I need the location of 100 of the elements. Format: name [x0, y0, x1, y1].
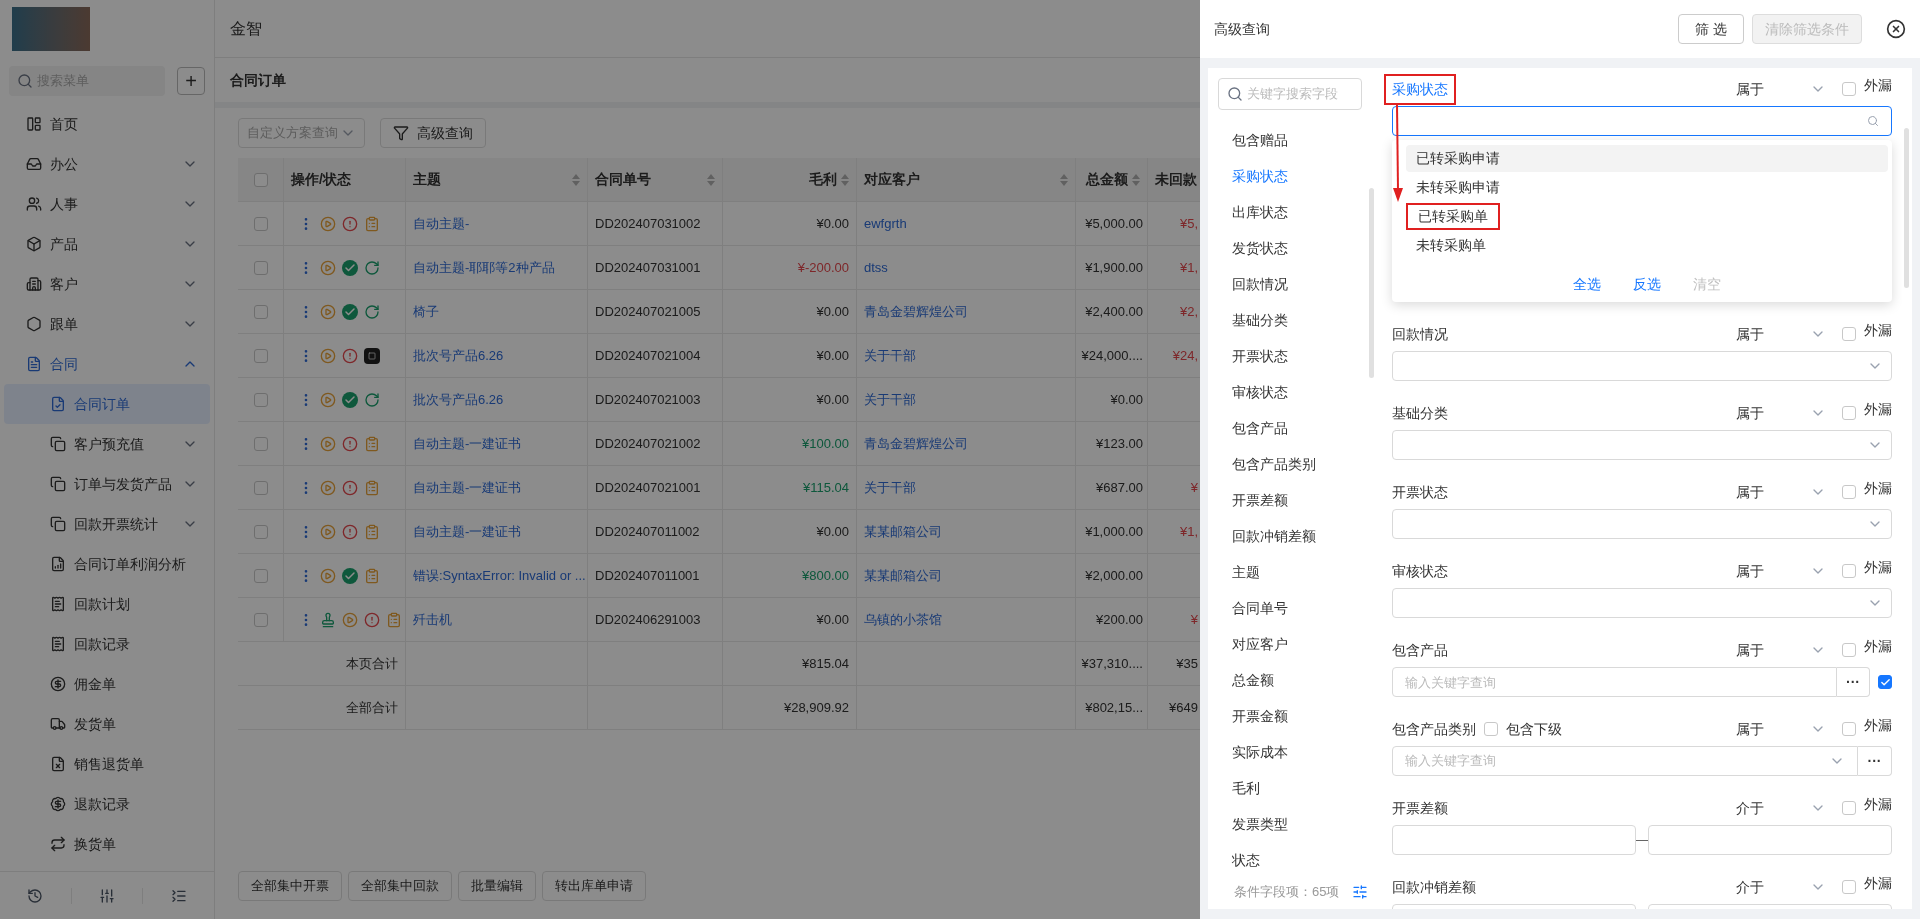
menu-item[interactable]: 办公	[4, 144, 210, 184]
settings-icon[interactable]	[99, 887, 115, 904]
subject-link[interactable]: 错误:SyntaxError: Invalid or ...	[413, 565, 586, 586]
settings-icon[interactable]	[1352, 884, 1368, 900]
field-list-item[interactable]: 状态	[1232, 849, 1260, 871]
rotate-icon[interactable]	[364, 259, 380, 276]
advanced-query-button[interactable]: 高级查询	[380, 118, 486, 148]
field-list-item[interactable]: 开票金额	[1232, 705, 1288, 727]
row-checkbox[interactable]	[253, 436, 268, 451]
field-list-item[interactable]: 回款冲销差额	[1232, 525, 1316, 547]
menu-item[interactable]: 合同订单	[4, 384, 210, 424]
sort-icon[interactable]	[1060, 173, 1068, 186]
operator-select[interactable]: 属于	[1736, 323, 1826, 345]
row-checkbox[interactable]	[253, 304, 268, 319]
alert-icon[interactable]	[342, 347, 358, 364]
dropdown-option[interactable]: 已转采购申请	[1406, 145, 1888, 172]
checkbox[interactable]	[1842, 880, 1856, 894]
column-header[interactable]: 对应客户	[864, 169, 920, 190]
row-checkbox[interactable]	[253, 568, 268, 583]
subject-link[interactable]: 自动主题-耶耶等2种产品	[413, 257, 555, 278]
subject-link[interactable]: 歼击机	[413, 609, 452, 630]
clipboard-icon[interactable]	[364, 215, 380, 232]
clipboard-icon[interactable]	[386, 611, 402, 628]
checkbox[interactable]	[1878, 675, 1892, 689]
play-icon[interactable]	[320, 391, 336, 408]
menu-item[interactable]: 发货单	[4, 704, 210, 744]
menu-item[interactable]: 客户预充值	[4, 424, 210, 464]
select-all-checkbox[interactable]	[253, 172, 268, 187]
field-list-item[interactable]: 回款情况	[1232, 273, 1288, 295]
row-checkbox[interactable]	[253, 216, 268, 231]
checkbox[interactable]	[1842, 801, 1856, 815]
clipboard-icon[interactable]	[364, 523, 380, 540]
customer-link[interactable]: ewfgrth	[864, 213, 907, 234]
field-list-item[interactable]: 包含产品类别	[1232, 453, 1316, 475]
field-list-item[interactable]: 基础分类	[1232, 309, 1288, 331]
customer-link[interactable]: 关于干部	[864, 389, 916, 410]
operator-select[interactable]: 属于	[1736, 718, 1826, 740]
close-icon[interactable]	[1886, 19, 1906, 39]
alert-icon[interactable]	[342, 435, 358, 452]
play-icon[interactable]	[320, 435, 336, 452]
field-list-item[interactable]: 包含产品	[1232, 417, 1288, 439]
customer-link[interactable]: 乌镇的小茶馆	[864, 609, 942, 630]
customer-link[interactable]: 青岛金碧辉煌公司	[864, 433, 968, 454]
customer-link[interactable]: dtss	[864, 257, 888, 278]
row-checkbox[interactable]	[253, 480, 268, 495]
dropdown-action-link[interactable]: 全选	[1573, 274, 1601, 295]
checkbox[interactable]	[1842, 327, 1856, 341]
checkbox[interactable]	[1842, 406, 1856, 420]
field-list-item[interactable]: 实际成本	[1232, 741, 1288, 763]
operator-select[interactable]: 属于	[1736, 560, 1826, 582]
checkbox[interactable]	[1484, 722, 1498, 736]
column-header[interactable]: 主题	[413, 169, 441, 190]
field-list-item[interactable]: 出库状态	[1232, 201, 1288, 223]
subject-link[interactable]: 自动主题-一建证书	[413, 477, 522, 498]
operator-select[interactable]: 属于	[1736, 481, 1826, 503]
play-icon[interactable]	[320, 303, 336, 320]
menu-item[interactable]: 佣金单	[4, 664, 210, 704]
checkbox[interactable]	[1842, 722, 1856, 736]
field-list-item[interactable]: 包含赠品	[1232, 129, 1288, 151]
clipboard-icon[interactable]	[364, 567, 380, 584]
menu-item[interactable]: 合同	[4, 344, 210, 384]
play-icon[interactable]	[342, 611, 358, 628]
alert-icon[interactable]	[342, 215, 358, 232]
field-list-item[interactable]: 合同单号	[1232, 597, 1288, 619]
check-icon[interactable]	[342, 259, 358, 276]
action-button[interactable]: 全部集中回款	[348, 871, 452, 901]
field-list-item[interactable]: 对应客户	[1232, 633, 1288, 655]
checkbox[interactable]	[1842, 82, 1856, 96]
play-icon[interactable]	[320, 523, 336, 540]
field-list-item[interactable]: 开票差额	[1232, 489, 1288, 511]
menu-item[interactable]: 订单与发货产品	[4, 464, 210, 504]
rotate-icon[interactable]	[364, 303, 380, 320]
alert-icon[interactable]	[364, 611, 380, 628]
row-checkbox[interactable]	[253, 260, 268, 275]
column-header[interactable]: 总金额	[1086, 169, 1128, 190]
collapse-menu-icon[interactable]	[170, 887, 187, 904]
menu-item[interactable]: 合同订单利润分析	[4, 544, 210, 584]
operator-select[interactable]: 属于	[1736, 78, 1826, 100]
subject-link[interactable]: 自动主题-一建证书	[413, 433, 522, 454]
dropdown-option[interactable]: 未转采购申请	[1406, 174, 1510, 201]
input-field[interactable]	[1392, 825, 1636, 855]
sort-icon[interactable]	[707, 173, 715, 186]
add-button[interactable]: +	[177, 67, 205, 95]
select-field[interactable]	[1392, 430, 1892, 460]
menu-item[interactable]: 退款记录	[4, 784, 210, 824]
customer-link[interactable]: 关于干部	[864, 345, 916, 366]
field-list-item[interactable]: 总金额	[1232, 669, 1274, 691]
search-field[interactable]	[1392, 106, 1892, 136]
subject-link[interactable]: 批次号产品6.26	[413, 345, 504, 366]
subject-link[interactable]: 椅子	[413, 301, 439, 322]
checkbox[interactable]	[1842, 643, 1856, 657]
select-field[interactable]	[1392, 588, 1892, 618]
history-icon[interactable]	[27, 887, 44, 904]
customer-link[interactable]: 关于干部	[864, 477, 916, 498]
menu-item[interactable]: 换货单	[4, 824, 210, 864]
play-icon[interactable]	[320, 479, 336, 496]
play-icon[interactable]	[320, 215, 336, 232]
more-button[interactable]: ···	[1858, 746, 1892, 776]
menu-item[interactable]: 回款计划	[4, 584, 210, 624]
subject-link[interactable]: 自动主题-一建证书	[413, 521, 522, 542]
